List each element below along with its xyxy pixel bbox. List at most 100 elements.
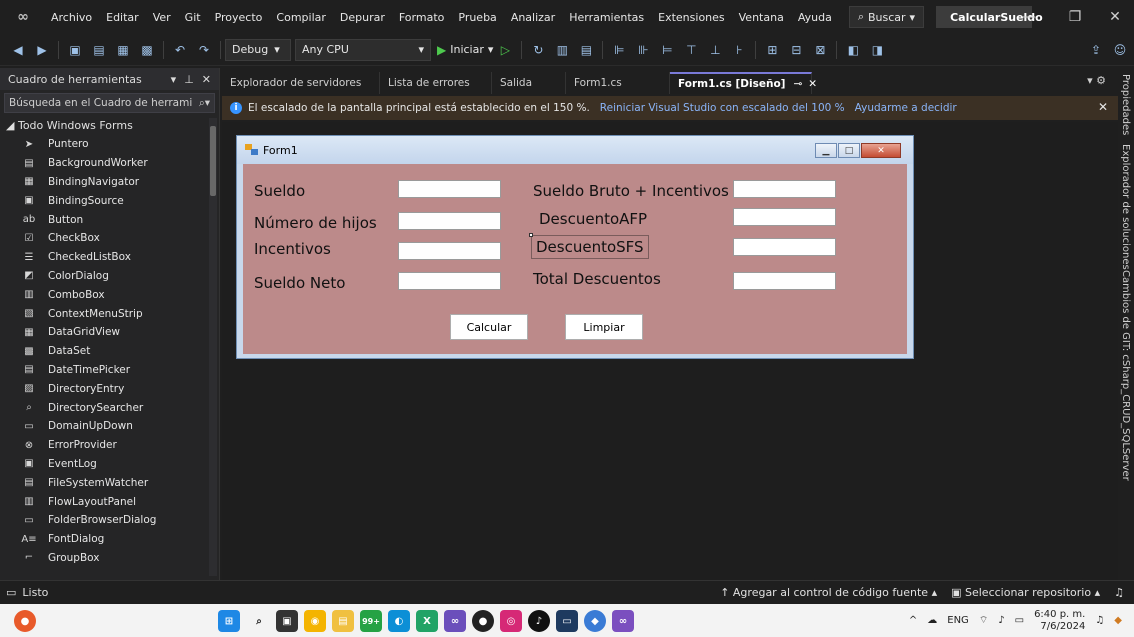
label-sueldo-bruto[interactable]: Sueldo Bruto + Incentivos	[533, 182, 729, 200]
toolbox-item-folderbrowserdialog[interactable]: ▭ FolderBrowserDialog	[0, 511, 219, 530]
textbox-sueldo-neto[interactable]	[398, 272, 501, 290]
textbox-descuento-afp[interactable]	[733, 208, 836, 226]
label-sueldo-neto[interactable]: Sueldo Neto	[254, 274, 345, 292]
size-to-grid-icon[interactable]: ⊟	[786, 40, 806, 60]
textbox-sueldo-bruto[interactable]	[733, 180, 836, 198]
help-decide-link[interactable]: Ayudarme a decidir	[855, 102, 957, 114]
tab-salida[interactable]: Salida	[492, 72, 566, 94]
tab-form1-cs[interactable]: Form1.cs	[566, 72, 670, 94]
select-repository-button[interactable]: ▣ Seleccionar repositorio ▴	[951, 586, 1100, 599]
configuration-select[interactable]: Debug ▾	[225, 38, 291, 61]
forward-icon[interactable]: ▶	[32, 40, 52, 60]
cloud-icon[interactable]: ☁	[927, 615, 937, 626]
toolbox-item-checkedlistbox[interactable]: ☰ CheckedListBox	[0, 248, 219, 267]
toolbox-item-dataset[interactable]: ▩ DataSet	[0, 342, 219, 361]
close-icon[interactable]: ✕	[202, 73, 211, 86]
tab-list-dropdown-icon[interactable]: ▾ ⚙	[1087, 74, 1106, 87]
whatsapp-icon[interactable]: 99+	[360, 610, 382, 632]
redo-icon[interactable]: ↷	[194, 40, 214, 60]
volume-icon[interactable]: ♪	[998, 615, 1004, 626]
chrome-icon[interactable]: ◉	[304, 610, 326, 632]
minimize-icon[interactable]: ▁	[815, 143, 837, 158]
same-size-icon[interactable]: ⊞	[762, 40, 782, 60]
menu-git[interactable]: Git	[178, 11, 208, 24]
menu-depurar[interactable]: Depurar	[333, 11, 392, 24]
label-descuento-afp[interactable]: DescuentoAFP	[539, 210, 647, 228]
close-icon[interactable]: ✕	[808, 78, 817, 90]
toolbox-item-errorprovider[interactable]: ⊗ ErrorProvider	[0, 436, 219, 455]
menu-herramientas[interactable]: Herramientas	[562, 11, 651, 24]
label-descuento-sfs[interactable]: DescuentoSFS	[531, 235, 649, 259]
instagram-icon[interactable]: ◎	[500, 610, 522, 632]
label-incentivos[interactable]: Incentivos	[254, 240, 331, 258]
toolbox-item-bindingsource[interactable]: ▣ BindingSource	[0, 191, 219, 210]
menu-ventana[interactable]: Ventana	[732, 11, 791, 24]
close-icon[interactable]: ✕	[861, 143, 901, 158]
menu-ver[interactable]: Ver	[146, 11, 178, 24]
toolbox-item-datagridview[interactable]: ▦ DataGridView	[0, 323, 219, 342]
toolbox-item-puntero[interactable]: ➤ Puntero	[0, 135, 219, 154]
hot-reload-icon[interactable]: ↻	[528, 40, 548, 60]
close-icon[interactable]: ✕	[1096, 0, 1134, 34]
pin-icon[interactable]: ⊸	[793, 78, 802, 90]
feedback-icon[interactable]: ☺	[1110, 40, 1130, 60]
side-tab-explorador-soluciones[interactable]: Explorador de soluciones	[1120, 144, 1131, 270]
toolbox-search-input[interactable]: Búsqueda en el Cuadro de herrami ⌕▾	[4, 93, 215, 113]
toolbox-scroll-thumb[interactable]	[210, 126, 216, 196]
pin-icon[interactable]: ⊥	[184, 73, 194, 86]
new-project-icon[interactable]: ▣	[65, 40, 85, 60]
taskbar-search-icon[interactable]: ⌕	[248, 610, 270, 632]
label-sueldo[interactable]: Sueldo	[254, 182, 305, 200]
toolbox-item-contextmenustrip[interactable]: ▧ ContextMenuStrip	[0, 304, 219, 323]
textbox-descuento-sfs[interactable]	[733, 238, 836, 256]
selection-handle[interactable]	[529, 233, 533, 237]
wifi-icon[interactable]: ⌔	[979, 614, 988, 627]
store-icon[interactable]: ▭	[556, 610, 578, 632]
toolbox-group-header[interactable]: ◢ Todo Windows Forms	[0, 116, 219, 135]
start-menu-icon[interactable]: ⊞	[218, 610, 240, 632]
tab-explorador-servidores[interactable]: Explorador de servidores	[222, 72, 380, 94]
save-icon[interactable]: ▦	[113, 40, 133, 60]
search-button[interactable]: ⌕ Buscar ▾	[848, 6, 925, 28]
align-bottom-icon[interactable]: ⊦	[729, 40, 749, 60]
textbox-sueldo[interactable]	[398, 180, 501, 198]
platform-select[interactable]: Any CPU ▾	[295, 38, 431, 61]
excel-icon[interactable]: X	[416, 610, 438, 632]
menu-ayuda[interactable]: Ayuda	[791, 11, 839, 24]
add-source-control-button[interactable]: ↑ Agregar al control de código fuente ▴	[720, 586, 937, 599]
toolbox-scrollbar[interactable]	[209, 118, 217, 576]
menu-extensiones[interactable]: Extensiones	[651, 11, 732, 24]
language-indicator[interactable]: ENG	[947, 615, 969, 626]
menu-archivo[interactable]: Archivo	[44, 11, 99, 24]
live-share-icon[interactable]: ⇪	[1086, 40, 1106, 60]
toolbox-item-combobox[interactable]: ▥ ComboBox	[0, 285, 219, 304]
align-left-icon[interactable]: ⊫	[609, 40, 629, 60]
undo-icon[interactable]: ↶	[170, 40, 190, 60]
copilot-icon[interactable]: ◆	[1114, 615, 1122, 626]
menu-analizar[interactable]: Analizar	[504, 11, 562, 24]
file-explorer-icon[interactable]: ▤	[332, 610, 354, 632]
side-tab-propiedades[interactable]: Propiedades	[1120, 74, 1131, 135]
label-total-descuentos[interactable]: Total Descuentos	[533, 270, 661, 288]
toolbox-item-directorysearcher[interactable]: ⌕ DirectorySearcher	[0, 398, 219, 417]
align-center-icon[interactable]: ⊪	[633, 40, 653, 60]
chevron-up-icon[interactable]: ^	[909, 615, 917, 626]
limpiar-button[interactable]: Limpiar	[565, 314, 643, 340]
open-icon[interactable]: ▤	[89, 40, 109, 60]
toolbox-item-colordialog[interactable]: ◩ ColorDialog	[0, 267, 219, 286]
toolbox-item-domainupdown[interactable]: ▭ DomainUpDown	[0, 417, 219, 436]
toolbox-item-directoryentry[interactable]: ▨ DirectoryEntry	[0, 379, 219, 398]
form1-title-bar[interactable]: Form1 ▁ □ ✕	[237, 136, 913, 164]
align-right-icon[interactable]: ⊨	[657, 40, 677, 60]
visual-studio-taskbar-icon[interactable]: ∞	[444, 610, 466, 632]
form1-client-area[interactable]: Sueldo Número de hijos Incentivos Sueldo…	[243, 164, 907, 354]
tab-lista-errores[interactable]: Lista de errores	[380, 72, 492, 94]
textbox-incentivos[interactable]	[398, 242, 501, 260]
layout-icon[interactable]: ▤	[576, 40, 596, 60]
app-icon[interactable]: ●	[472, 610, 494, 632]
label-numero-hijos[interactable]: Número de hijos	[254, 214, 377, 232]
toolbox-item-flowlayoutpanel[interactable]: ▥ FlowLayoutPanel	[0, 492, 219, 511]
visual-studio-logo-icon[interactable]: ∞	[10, 8, 36, 26]
minimize-icon[interactable]: —	[1010, 0, 1048, 34]
menu-prueba[interactable]: Prueba	[451, 11, 503, 24]
